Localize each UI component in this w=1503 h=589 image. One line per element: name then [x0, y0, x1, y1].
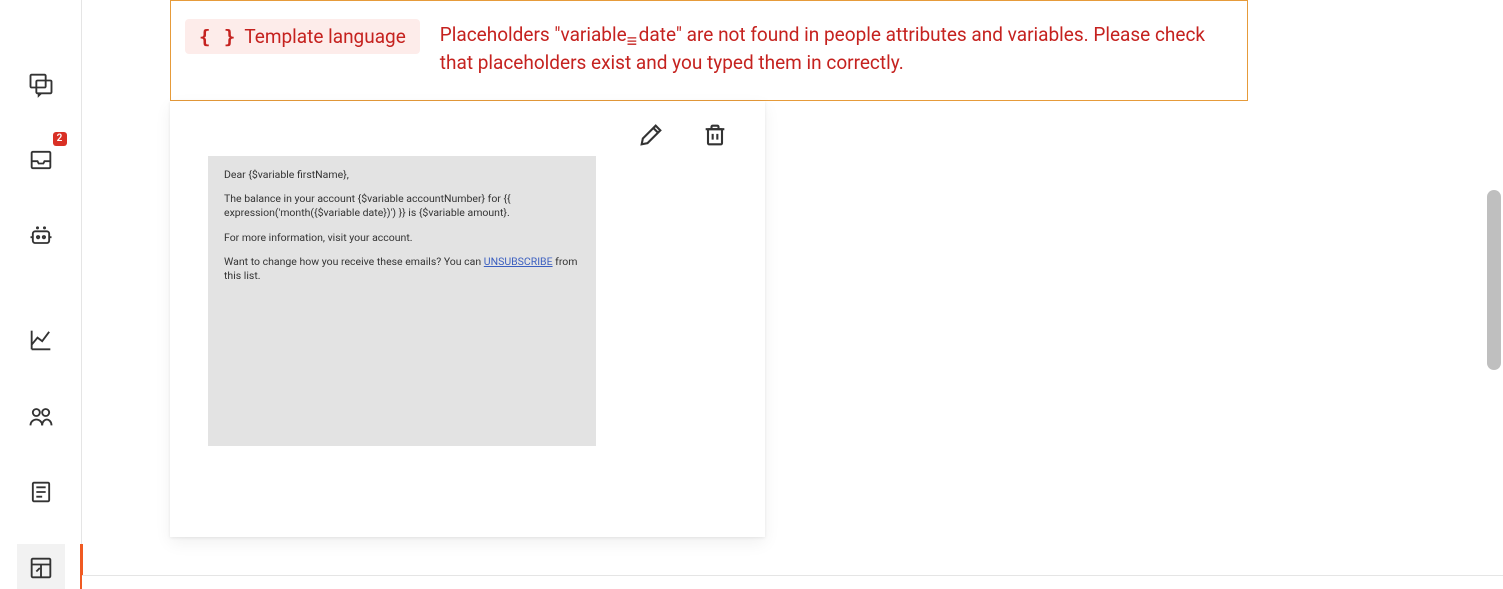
- footer-divider: [82, 575, 1503, 589]
- template-card: Dear {$variable firstName}, The balance …: [170, 101, 765, 537]
- delete-button[interactable]: [701, 121, 729, 149]
- card-toolbar: [637, 121, 729, 149]
- email-preview: Dear {$variable firstName}, The balance …: [208, 156, 596, 446]
- template-language-chip: { } Template language: [185, 19, 420, 54]
- main-content: { } Template language Placeholders "vari…: [82, 0, 1503, 589]
- nav-people[interactable]: [17, 392, 65, 440]
- scrollbar-thumb[interactable]: [1487, 190, 1501, 370]
- unsubscribe-link[interactable]: UNSUBSCRIBE: [484, 255, 553, 268]
- preview-greeting: Dear {$variable firstName},: [224, 168, 580, 182]
- edit-button[interactable]: [637, 121, 665, 149]
- nav-inbox[interactable]: 2: [17, 136, 65, 184]
- preview-footer: Want to change how you receive these ema…: [224, 255, 580, 283]
- unicode-block-icon: [627, 29, 639, 43]
- braces-icon: { }: [199, 26, 236, 48]
- warning-message: Placeholders "variabledate" are not foun…: [440, 19, 1225, 76]
- template-language-chip-label: Template language: [244, 25, 405, 48]
- preview-body-1: The balance in your account {$variable a…: [224, 192, 580, 220]
- nav-templates[interactable]: [17, 544, 65, 589]
- nav-bot[interactable]: [17, 212, 65, 260]
- sidebar: 2: [0, 0, 82, 589]
- preview-body-2: For more information, visit your account…: [224, 231, 580, 245]
- nav-docs[interactable]: [17, 468, 65, 516]
- template-warning-banner: { } Template language Placeholders "vari…: [170, 0, 1248, 101]
- nav-analytics[interactable]: [17, 316, 65, 364]
- nav-inbox-badge: 2: [53, 132, 67, 146]
- nav-conversations[interactable]: [17, 60, 65, 108]
